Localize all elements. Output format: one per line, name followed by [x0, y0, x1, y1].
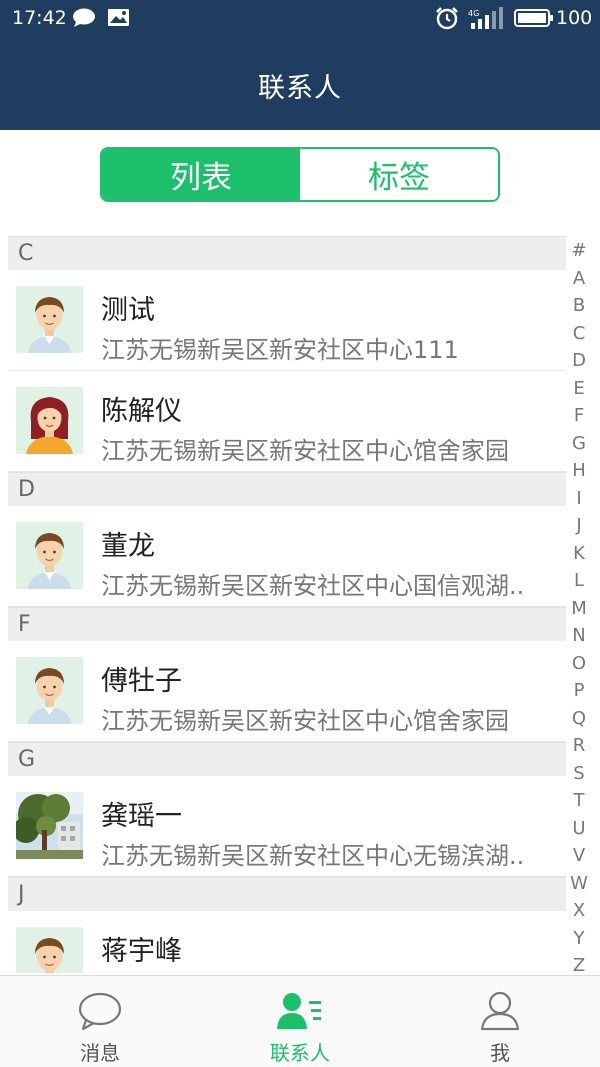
view-segment-control: 列表 标签 — [100, 147, 500, 202]
index-letter[interactable]: Z — [573, 957, 585, 975]
section-header-c: C — [8, 236, 566, 270]
index-letter[interactable]: S — [573, 764, 584, 783]
tab-tags[interactable]: 标签 — [300, 149, 498, 200]
male-avatar — [16, 657, 83, 724]
index-letter[interactable]: M — [571, 599, 587, 618]
index-letter[interactable]: X — [573, 902, 585, 920]
contact-address: 江苏无锡新吴区新安社区中心无锡滨湖.. — [101, 842, 525, 870]
index-letter[interactable]: Y — [574, 929, 585, 948]
index-letter[interactable]: N — [572, 627, 585, 645]
nav-label: 联系人 — [270, 1041, 330, 1065]
index-letter[interactable]: V — [573, 847, 585, 865]
contact-row[interactable]: 测试 江苏无锡新吴区新安社区中心111 — [8, 270, 566, 371]
header: 联系人 — [0, 36, 600, 130]
contact-name: 龚瑶一 — [101, 801, 182, 832]
index-letter[interactable]: L — [574, 572, 584, 590]
message-bubble-icon — [78, 992, 122, 1031]
contact-address: 江苏无锡新吴区新安社区中心111 — [101, 336, 459, 364]
index-letter[interactable]: O — [572, 654, 586, 673]
section-header-g: G — [8, 742, 566, 776]
contact-row[interactable]: 龚瑶一 江苏无锡新吴区新安社区中心无锡滨湖.. — [8, 776, 566, 877]
section-header-f: F — [8, 607, 566, 641]
contact-name: 傅牡子 — [101, 666, 182, 697]
contact-address: 江苏无锡新吴区新安社区中心馆舍家园 — [101, 437, 509, 465]
index-letter[interactable]: K — [573, 544, 585, 563]
contact-list[interactable]: C 测试 江苏无锡新吴区新安社区中心111 陈解仪 江苏无锡新吴区新安社区中心馆… — [8, 236, 566, 973]
contact-row[interactable]: 蒋宇峰 — [8, 911, 566, 973]
contacts-icon — [277, 993, 321, 1029]
male-avatar — [16, 927, 83, 973]
contact-address: 江苏无锡新吴区新安社区中心馆舍家园 — [101, 707, 509, 735]
index-letter[interactable]: Q — [572, 709, 586, 728]
contact-name: 测试 — [101, 295, 155, 326]
photo-avatar — [16, 792, 83, 859]
contact-row[interactable]: 陈解仪 江苏无锡新吴区新安社区中心馆舍家园 — [8, 371, 566, 472]
index-letter[interactable]: G — [572, 434, 586, 453]
index-letter[interactable]: B — [573, 297, 585, 315]
index-letter[interactable]: W — [570, 874, 588, 893]
index-letter[interactable]: H — [572, 462, 586, 480]
battery-icon — [514, 9, 553, 27]
index-letter[interactable]: E — [573, 379, 584, 398]
contact-row[interactable]: 傅牡子 江苏无锡新吴区新安社区中心馆舍家园 — [8, 641, 566, 742]
alarm-icon — [436, 7, 458, 30]
index-letter[interactable]: T — [574, 792, 585, 810]
page-title: 联系人 — [258, 73, 342, 104]
index-letter[interactable]: A — [573, 269, 585, 288]
nav-me[interactable]: 我 — [430, 976, 570, 1067]
profile-icon — [480, 991, 520, 1031]
index-letter[interactable]: P — [574, 682, 585, 700]
section-header-d: D — [8, 472, 566, 506]
tab-list[interactable]: 列表 — [102, 149, 300, 200]
contact-address: 江苏无锡新吴区新安社区中心国信观湖.. — [101, 572, 525, 600]
index-letter[interactable]: I — [576, 489, 581, 508]
nav-label: 消息 — [80, 1041, 120, 1065]
contact-name: 陈解仪 — [101, 396, 182, 427]
index-letter[interactable]: D — [572, 352, 586, 370]
male-avatar — [16, 286, 83, 353]
signal-icon: 4G — [468, 7, 503, 29]
index-letter[interactable]: U — [572, 819, 585, 838]
image-notification-icon — [108, 9, 129, 26]
status-time: 17:42 — [12, 7, 67, 29]
male-avatar — [16, 522, 83, 589]
alphabet-index[interactable]: # A B C D E F G H I J K L M N O P Q R S … — [566, 242, 592, 975]
svg-text:4G: 4G — [468, 9, 479, 18]
contact-row[interactable]: 董龙 江苏无锡新吴区新安社区中心国信观湖.. — [8, 506, 566, 607]
contact-name: 董龙 — [101, 531, 155, 562]
battery-level: 100 — [556, 7, 593, 29]
bottom-nav: 消息 联系人 我 — [0, 975, 600, 1067]
index-letter[interactable]: # — [571, 242, 586, 260]
index-letter[interactable]: R — [573, 737, 586, 755]
index-letter[interactable]: C — [573, 324, 586, 343]
index-letter[interactable]: J — [576, 517, 581, 535]
female-avatar — [16, 387, 83, 454]
nav-label: 我 — [490, 1041, 510, 1065]
chat-bubble-icon — [73, 8, 95, 27]
section-header-j: J — [8, 877, 566, 911]
contact-name: 蒋宇峰 — [101, 936, 182, 967]
status-bar: 17:42 4G 100 — [0, 0, 600, 36]
nav-messages[interactable]: 消息 — [30, 976, 170, 1067]
nav-contacts[interactable]: 联系人 — [230, 976, 370, 1067]
index-letter[interactable]: F — [574, 407, 584, 425]
